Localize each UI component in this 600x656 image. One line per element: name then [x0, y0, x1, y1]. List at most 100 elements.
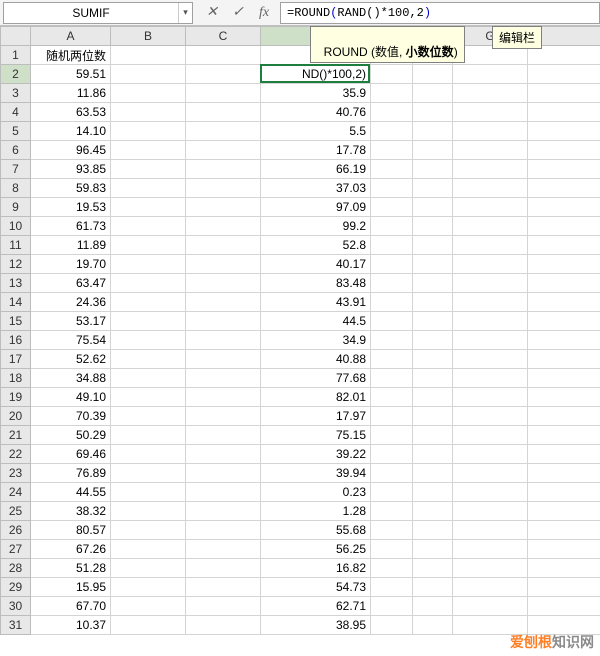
cell[interactable]	[413, 312, 453, 331]
cell[interactable]: 40.88	[261, 350, 371, 369]
col-header-B[interactable]: B	[111, 27, 186, 46]
cell[interactable]	[371, 331, 413, 350]
cell[interactable]	[186, 369, 261, 388]
cell[interactable]	[371, 160, 413, 179]
cell[interactable]: 19.53	[31, 198, 111, 217]
cell[interactable]	[371, 521, 413, 540]
cell[interactable]: 17.97	[261, 407, 371, 426]
cell[interactable]: 34.9	[261, 331, 371, 350]
cell[interactable]	[528, 407, 600, 426]
cell[interactable]	[528, 141, 600, 160]
row-header[interactable]: 18	[1, 369, 31, 388]
cell[interactable]	[453, 217, 528, 236]
cell[interactable]	[111, 293, 186, 312]
cell[interactable]: 67.26	[31, 540, 111, 559]
cell[interactable]	[111, 597, 186, 616]
cell[interactable]: 99.2	[261, 217, 371, 236]
cell[interactable]: 39.22	[261, 445, 371, 464]
cell[interactable]	[453, 445, 528, 464]
cell[interactable]	[111, 160, 186, 179]
cell[interactable]	[528, 502, 600, 521]
cell[interactable]	[111, 578, 186, 597]
cell[interactable]	[186, 160, 261, 179]
cell[interactable]	[413, 464, 453, 483]
cell[interactable]	[371, 426, 413, 445]
cell[interactable]	[371, 388, 413, 407]
cell[interactable]	[453, 255, 528, 274]
cell[interactable]: 96.45	[31, 141, 111, 160]
cell[interactable]: 44.55	[31, 483, 111, 502]
cell[interactable]	[413, 521, 453, 540]
row-header[interactable]: 29	[1, 578, 31, 597]
cell[interactable]	[453, 502, 528, 521]
cell[interactable]	[111, 274, 186, 293]
cell[interactable]	[371, 502, 413, 521]
cell[interactable]	[528, 312, 600, 331]
cell[interactable]	[528, 578, 600, 597]
cell[interactable]	[413, 236, 453, 255]
cell[interactable]	[413, 293, 453, 312]
row-header[interactable]: 9	[1, 198, 31, 217]
cell[interactable]	[413, 217, 453, 236]
cell[interactable]: 70.39	[31, 407, 111, 426]
row-header[interactable]: 7	[1, 160, 31, 179]
cell[interactable]	[111, 559, 186, 578]
cell[interactable]	[371, 312, 413, 331]
cell[interactable]	[453, 578, 528, 597]
cell[interactable]: 52.8	[261, 236, 371, 255]
cell[interactable]	[111, 255, 186, 274]
cell[interactable]: 61.73	[31, 217, 111, 236]
row-header[interactable]: 6	[1, 141, 31, 160]
cell[interactable]	[453, 274, 528, 293]
cell[interactable]	[111, 236, 186, 255]
cell[interactable]	[371, 103, 413, 122]
cell[interactable]: 63.47	[31, 274, 111, 293]
cell[interactable]	[413, 616, 453, 635]
cell[interactable]: 52.62	[31, 350, 111, 369]
cell[interactable]: 69.46	[31, 445, 111, 464]
cell[interactable]: 34.88	[31, 369, 111, 388]
row-header[interactable]: 31	[1, 616, 31, 635]
cell[interactable]	[186, 312, 261, 331]
cell[interactable]	[371, 84, 413, 103]
cell[interactable]: 5.5	[261, 122, 371, 141]
cell[interactable]	[413, 141, 453, 160]
cell[interactable]	[186, 464, 261, 483]
cell[interactable]	[186, 540, 261, 559]
cell[interactable]	[413, 160, 453, 179]
cell[interactable]	[413, 103, 453, 122]
cell[interactable]	[111, 65, 186, 84]
cell[interactable]	[186, 616, 261, 635]
cell[interactable]: 43.91	[261, 293, 371, 312]
cell[interactable]	[111, 502, 186, 521]
cell[interactable]	[186, 559, 261, 578]
cell[interactable]: 50.29	[31, 426, 111, 445]
cell[interactable]	[413, 255, 453, 274]
cell[interactable]	[111, 46, 186, 65]
cell[interactable]: 35.9	[261, 84, 371, 103]
cell[interactable]	[453, 559, 528, 578]
cell[interactable]	[413, 350, 453, 369]
cell[interactable]: 63.53	[31, 103, 111, 122]
cell[interactable]	[186, 521, 261, 540]
cell[interactable]	[186, 122, 261, 141]
cell[interactable]	[186, 388, 261, 407]
cell[interactable]	[453, 597, 528, 616]
cell[interactable]	[371, 141, 413, 160]
cell[interactable]: 53.17	[31, 312, 111, 331]
cell[interactable]	[453, 84, 528, 103]
cell[interactable]	[371, 274, 413, 293]
cell[interactable]	[413, 331, 453, 350]
cell[interactable]	[186, 597, 261, 616]
cell[interactable]: 38.95	[261, 616, 371, 635]
cell[interactable]	[186, 350, 261, 369]
cell[interactable]	[371, 65, 413, 84]
cell[interactable]	[453, 122, 528, 141]
row-header[interactable]: 3	[1, 84, 31, 103]
cell[interactable]	[186, 255, 261, 274]
cell[interactable]	[371, 293, 413, 312]
cell[interactable]	[413, 578, 453, 597]
cell[interactable]	[186, 179, 261, 198]
cell[interactable]: 51.28	[31, 559, 111, 578]
cell[interactable]: 24.36	[31, 293, 111, 312]
